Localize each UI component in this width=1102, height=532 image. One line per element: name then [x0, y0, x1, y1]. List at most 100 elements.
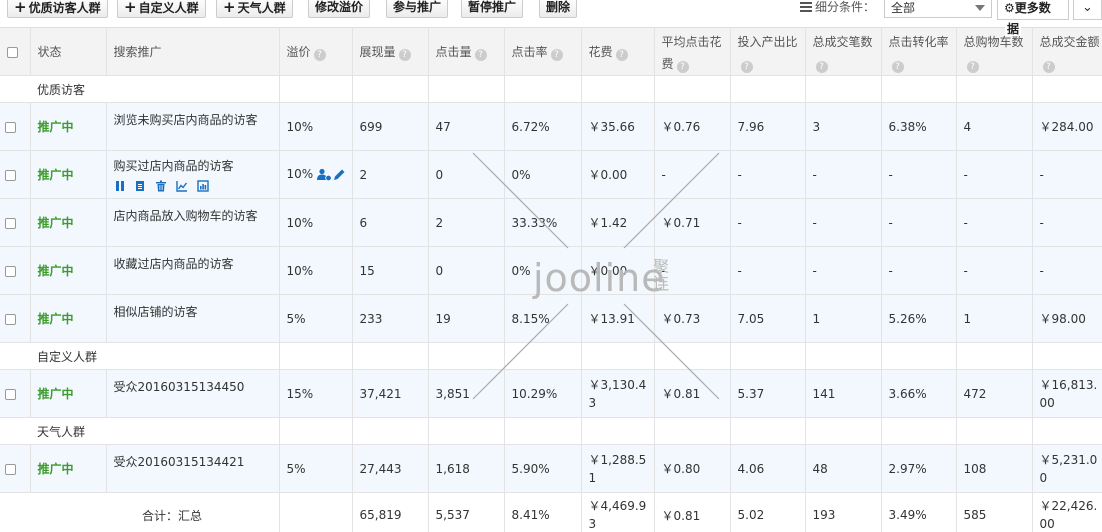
col-cost[interactable]: 花费?: [581, 27, 655, 76]
chevron-down-button[interactable]: ⌄: [1073, 0, 1102, 20]
modify-premium-button[interactable]: 修改溢价: [308, 0, 371, 18]
col-cvr[interactable]: 点击转化率?: [881, 27, 957, 76]
help-icon[interactable]: ?: [313, 48, 326, 61]
cell-cvr: -: [881, 150, 957, 199]
cell-clicks: 1,618: [428, 444, 505, 493]
cell-amount: ￥16,813.00: [1032, 369, 1102, 418]
more-data-button[interactable]: ⚙更多数: [997, 0, 1069, 20]
row-checkbox[interactable]: [0, 246, 31, 295]
cell-premium: 10%: [279, 246, 353, 295]
list-icon: [800, 2, 812, 12]
help-icon[interactable]: ?: [398, 48, 411, 61]
cell-orders: -: [805, 198, 882, 247]
crowd-name-cell: 购买过店内商品的访客: [106, 150, 280, 199]
total-cvr: 3.49%: [881, 492, 957, 532]
pause-icon[interactable]: [114, 180, 126, 192]
cell-premium: 10%: [279, 150, 353, 199]
col-total-amount[interactable]: 总成交金额?: [1032, 27, 1102, 76]
help-icon[interactable]: ?: [676, 61, 689, 73]
add-quality-crowd-button[interactable]: + 优质访客人群: [7, 0, 108, 18]
row-checkbox[interactable]: [0, 150, 31, 199]
cell-orders: 1: [805, 294, 882, 343]
cell-impressions: 233: [352, 294, 429, 343]
col-label: 溢价: [286, 44, 311, 59]
crowd-name: 店内商品放入购物车的访客: [106, 198, 280, 247]
crowd-table: 状态 搜索推广 溢价? 展现量? 点击量? 点击率? 花费? 平均点击花费? 投…: [0, 27, 1102, 532]
select-all-checkbox[interactable]: [0, 27, 31, 76]
group-row: 优质访客: [0, 75, 1102, 103]
toolbar: + 优质访客人群 + 自定义人群 + 天气人群 修改溢价 参与推广 暂停推广 删除 细…: [0, 0, 1102, 20]
group-name: 自定义人群: [30, 342, 280, 370]
line-chart-icon[interactable]: [176, 180, 188, 192]
col-ctr[interactable]: 点击率?: [504, 27, 582, 76]
status-badge: 推广中: [30, 444, 107, 493]
cell-cart: 108: [956, 444, 1033, 493]
crowd-name: 购买过店内商品的访客: [113, 159, 234, 173]
filter-label-text: 细分条件：: [815, 0, 876, 14]
pencil-icon[interactable]: [332, 168, 346, 182]
cell-ctr: 5.90%: [504, 444, 582, 493]
cell-cpc: -: [654, 150, 731, 199]
cell-ctr: 6.72%: [504, 102, 582, 151]
col-clicks[interactable]: 点击量?: [428, 27, 505, 76]
cell-impressions: 37,421: [352, 369, 429, 418]
cell-clicks: 2: [428, 198, 505, 247]
help-icon[interactable]: ?: [1042, 61, 1055, 73]
col-label: 总成交金额: [1039, 35, 1100, 49]
help-icon[interactable]: ?: [740, 61, 753, 73]
row-checkbox[interactable]: [0, 444, 31, 493]
cell-premium: 10%: [279, 102, 353, 151]
cell-cvr: 3.66%: [881, 369, 957, 418]
user-bid-icon[interactable]: [316, 168, 332, 182]
group-row: 自定义人群: [0, 342, 1102, 370]
table-row: 推广中 受众20160315134421 5% 27,443 1,618 5.9…: [0, 444, 1102, 493]
col-total-orders[interactable]: 总成交笔数?: [805, 27, 882, 76]
join-promotion-button[interactable]: 参与推广: [386, 0, 449, 18]
cell-cart: -: [956, 150, 1033, 199]
status-badge: 推广中: [30, 198, 107, 247]
help-icon[interactable]: ?: [550, 48, 563, 61]
status-badge: 推广中: [30, 369, 107, 418]
cell-cpc: ￥0.81: [654, 369, 731, 418]
cell-orders: 141: [805, 369, 882, 418]
delete-button[interactable]: 删除: [539, 0, 578, 18]
cell-amount: ￥284.00: [1032, 102, 1102, 151]
help-icon[interactable]: ?: [891, 61, 904, 73]
crowd-name: 受众20160315134421: [106, 444, 280, 493]
status-badge: 推广中: [30, 102, 107, 151]
help-icon[interactable]: ?: [615, 48, 628, 61]
cell-clicks: 19: [428, 294, 505, 343]
table-row: 推广中 店内商品放入购物车的访客 10% 6 2 33.33% ￥1.42 ￥0…: [0, 198, 1102, 247]
button-label: 优质访客人群: [28, 1, 101, 15]
total-orders: 193: [805, 492, 882, 532]
row-checkbox[interactable]: [0, 102, 31, 151]
row-checkbox[interactable]: [0, 198, 31, 247]
pause-promotion-button[interactable]: 暂停推广: [461, 0, 524, 18]
add-custom-crowd-button[interactable]: + 自定义人群: [117, 0, 206, 18]
total-label: 合计：汇总: [0, 492, 280, 532]
cell-cvr: 6.38%: [881, 102, 957, 151]
row-checkbox[interactable]: [0, 369, 31, 418]
help-icon[interactable]: ?: [966, 61, 979, 73]
col-label: 花费: [588, 44, 613, 59]
col-roi[interactable]: 投入产出比?: [730, 27, 806, 76]
total-amount: ￥22,426.00: [1032, 492, 1102, 532]
help-icon[interactable]: ?: [474, 48, 487, 61]
cell-impressions: 699: [352, 102, 429, 151]
col-impressions[interactable]: 展现量?: [352, 27, 429, 76]
cell-ctr: 10.29%: [504, 369, 582, 418]
col-avg-cpc[interactable]: 平均点击花费?: [654, 27, 731, 76]
table-row: 推广中 相似店铺的访客 5% 233 19 8.15% ￥13.91 ￥0.73…: [0, 294, 1102, 343]
report-icon[interactable]: [197, 179, 209, 192]
col-premium[interactable]: 溢价?: [279, 27, 353, 76]
cell-cart: -: [956, 198, 1033, 247]
row-checkbox[interactable]: [0, 294, 31, 343]
help-icon[interactable]: ?: [815, 61, 828, 73]
cell-cost: ￥3,130.43: [581, 369, 655, 418]
group-name: 优质访客: [30, 75, 280, 103]
cell-cost: ￥35.66: [581, 102, 655, 151]
document-icon[interactable]: [134, 180, 146, 192]
add-weather-crowd-button[interactable]: + 天气人群: [216, 0, 293, 18]
trash-icon[interactable]: [155, 180, 167, 192]
filter-select[interactable]: 全部: [884, 0, 992, 18]
